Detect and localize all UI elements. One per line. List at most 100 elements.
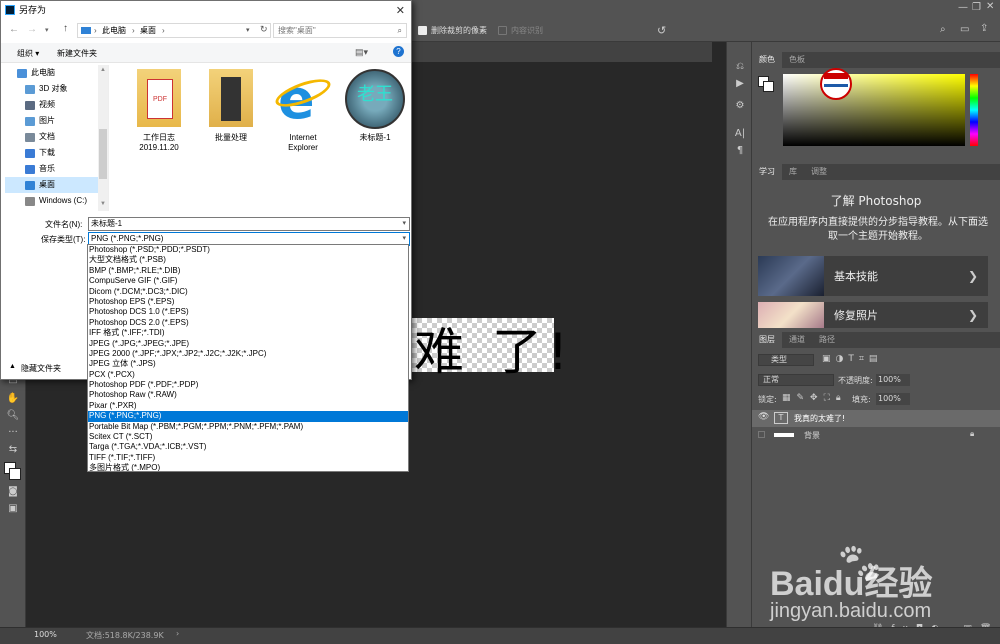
more-tools-icon[interactable]: ···: [4, 426, 22, 440]
screen-mode-icon[interactable]: ▣: [4, 502, 22, 516]
chevron-down-icon[interactable]: ▾: [402, 218, 406, 230]
color-swatches[interactable]: [0, 460, 26, 482]
color-field[interactable]: [783, 74, 965, 146]
zoom-tool-icon[interactable]: 🔍︎: [4, 409, 22, 423]
tab-color[interactable]: 颜色: [752, 52, 782, 68]
file-item[interactable]: PDF 工作日志 2019.11.20: [119, 69, 199, 153]
layer-row[interactable]: 👁︎ T 我真的太难了!: [752, 410, 1000, 427]
nav-item[interactable]: 图片: [5, 113, 108, 129]
content-aware-checkbox[interactable]: [498, 26, 507, 35]
filetype-option[interactable]: Pixar (*.PXR): [88, 401, 408, 411]
restore-icon[interactable]: ❐: [972, 2, 981, 13]
nav-item[interactable]: 文档: [5, 129, 108, 145]
tab-paths[interactable]: 路径: [812, 332, 842, 348]
hide-folders-button[interactable]: 隐藏文件夹: [21, 363, 61, 374]
scroll-down-icon[interactable]: ▼: [100, 201, 106, 207]
hue-slider[interactable]: [970, 74, 978, 146]
layer-filter-select[interactable]: 类型: [758, 354, 814, 366]
collapse-chevron-icon[interactable]: ▲: [9, 363, 16, 370]
file-item[interactable]: 批量处理: [191, 69, 271, 143]
filetype-option[interactable]: CompuServe GIF (*.GIF): [88, 276, 408, 286]
background-color[interactable]: [9, 468, 21, 480]
filetype-option[interactable]: PNG (*.PNG;*.PNG): [88, 411, 408, 422]
filetype-option[interactable]: IFF 格式 (*.IFF;*.TDI): [88, 328, 408, 338]
scroll-up-icon[interactable]: ▲: [100, 67, 106, 73]
breadcrumb-item[interactable]: 此电脑: [102, 24, 126, 37]
play-actions-icon[interactable]: ▶: [731, 77, 749, 91]
color-panel-swatches[interactable]: [758, 76, 774, 92]
delete-cropped-checkbox[interactable]: [418, 26, 427, 35]
history-icon[interactable]: ⎌: [731, 60, 749, 74]
tab-channels[interactable]: 通道: [782, 332, 812, 348]
tab-layers[interactable]: 图层: [752, 332, 782, 348]
breadcrumb-item[interactable]: 桌面: [140, 24, 156, 37]
lock-icons[interactable]: ▦✎✥⛶🔒︎: [782, 393, 847, 403]
quick-mask-icon[interactable]: ◙: [4, 485, 22, 499]
properties-icon[interactable]: ⚙: [731, 99, 749, 113]
nav-scrollbar[interactable]: ▲ ▼: [98, 65, 108, 211]
workspace-icon[interactable]: ▭: [960, 24, 969, 35]
scroll-thumb[interactable]: [99, 129, 107, 179]
new-folder-button[interactable]: 新建文件夹: [57, 48, 97, 59]
layer-filter-icons[interactable]: ▣◑T⌗▤: [822, 354, 882, 364]
fill-input[interactable]: 100%: [876, 393, 910, 405]
nav-item[interactable]: Windows (C:): [5, 193, 108, 209]
visibility-eye-icon[interactable]: 👁︎: [758, 412, 769, 422]
nav-item[interactable]: 音乐: [5, 161, 108, 177]
tab-learn[interactable]: 学习: [752, 164, 782, 180]
nav-item[interactable]: 3D 对象: [5, 81, 108, 97]
filetype-option[interactable]: Dicom (*.DCM;*.DC3;*.DIC): [88, 287, 408, 297]
filetype-option[interactable]: 多图片格式 (*.MPO): [88, 463, 408, 471]
zoom-level[interactable]: 100%: [34, 630, 57, 639]
nav-item[interactable]: 下载: [5, 145, 108, 161]
opacity-input[interactable]: 100%: [876, 374, 910, 386]
visibility-checkbox[interactable]: [758, 431, 765, 438]
filetype-option[interactable]: JPEG (*.JPG;*.JPEG;*.JPE): [88, 339, 408, 349]
search-input[interactable]: 搜索"桌面" ⌕: [273, 23, 407, 38]
forward-icon[interactable]: →: [27, 24, 37, 35]
status-chevron-icon[interactable]: ›: [176, 629, 179, 638]
filetype-option[interactable]: Photoshop DCS 1.0 (*.EPS): [88, 307, 408, 317]
blend-mode-select[interactable]: 正常: [758, 374, 834, 386]
learn-card-photos[interactable]: 修复照片 ❯: [758, 302, 988, 328]
filetype-option[interactable]: JPEG 2000 (*.JPF;*.JPX;*.JP2;*.J2C;*.J2K…: [88, 349, 408, 359]
filetype-option[interactable]: Scitex CT (*.SCT): [88, 432, 408, 442]
recent-chevron-icon[interactable]: ▾: [45, 26, 49, 34]
learn-card-basics[interactable]: 基本技能 ❯: [758, 256, 988, 296]
filetype-option[interactable]: Photoshop DCS 2.0 (*.EPS): [88, 318, 408, 328]
help-icon[interactable]: ?: [393, 46, 404, 57]
up-icon[interactable]: ↑: [63, 23, 68, 34]
file-item[interactable]: e Internet Explorer: [263, 69, 343, 153]
close-icon[interactable]: ✕: [986, 1, 994, 12]
share-icon[interactable]: ⇪: [980, 23, 988, 34]
address-bar[interactable]: › 此电脑 › 桌面 › ▾ ↻: [77, 23, 271, 38]
filename-input[interactable]: 未标题-1 ▾: [88, 217, 410, 231]
filetype-option[interactable]: 大型文档格式 (*.PSB): [88, 255, 408, 265]
filetype-option[interactable]: Portable Bit Map (*.PBM;*.PGM;*.PPM;*.PN…: [88, 422, 408, 432]
filetype-option[interactable]: Targa (*.TGA;*.VDA;*.ICB;*.VST): [88, 442, 408, 452]
refresh-icon[interactable]: ↻: [260, 23, 268, 36]
back-icon[interactable]: ←: [9, 24, 19, 35]
tab-libraries[interactable]: 库: [782, 164, 804, 180]
nav-item[interactable]: 视频: [5, 97, 108, 113]
filetype-option[interactable]: Photoshop EPS (*.EPS): [88, 297, 408, 307]
filetype-option[interactable]: Photoshop (*.PSD;*.PDD;*.PSDT): [88, 245, 408, 255]
filetype-option[interactable]: PCX (*.PCX): [88, 370, 408, 380]
layer-row[interactable]: 背景 🔒︎: [752, 428, 1000, 443]
organize-button[interactable]: 组织 ▾: [17, 48, 39, 59]
nav-item[interactable]: 桌面: [5, 177, 108, 193]
filetype-option[interactable]: JPEG 立体 (*.JPS): [88, 359, 408, 369]
paragraph-icon[interactable]: ¶: [731, 144, 749, 158]
address-dropdown-icon[interactable]: ▾: [246, 24, 250, 37]
search-icon[interactable]: ⌕: [940, 24, 946, 35]
character-icon[interactable]: A|: [731, 127, 749, 141]
filetype-option[interactable]: Photoshop PDF (*.PDF;*.PDP): [88, 380, 408, 390]
close-icon[interactable]: ✕: [396, 2, 405, 20]
view-options-icon[interactable]: ▤▾: [355, 47, 368, 58]
filetype-option[interactable]: TIFF (*.TIF;*.TIFF): [88, 453, 408, 463]
tab-adjustments[interactable]: 调整: [804, 164, 834, 180]
filetype-option[interactable]: Photoshop Raw (*.RAW): [88, 390, 408, 400]
filetype-option[interactable]: BMP (*.BMP;*.RLE;*.DIB): [88, 266, 408, 276]
file-item[interactable]: 老王 未标题-1: [335, 69, 415, 143]
reset-icon[interactable]: ↺: [657, 24, 666, 37]
